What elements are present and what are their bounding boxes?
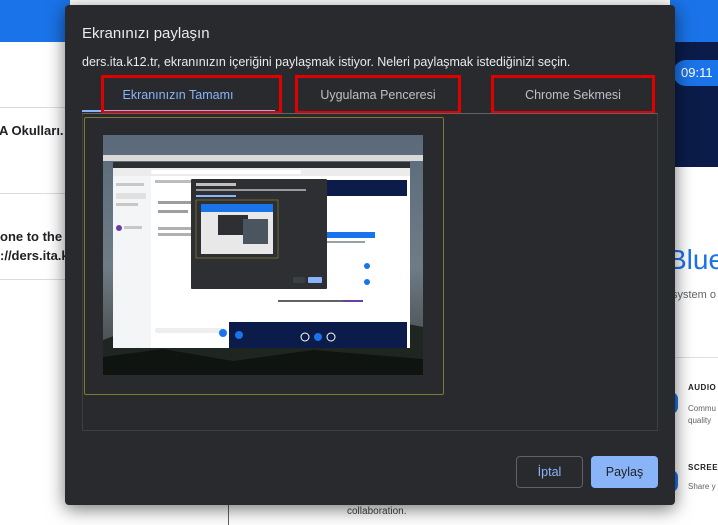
page-text: one to the — [0, 229, 63, 244]
cancel-button[interactable]: İptal — [516, 456, 583, 488]
feature-label: SCREE — [688, 463, 718, 472]
page-divider — [675, 357, 718, 358]
share-source-panel — [82, 113, 658, 431]
page-text: collaboration. — [347, 506, 407, 517]
feature-text: Share y — [688, 482, 716, 491]
feature-text: Commu — [688, 404, 717, 413]
page-header-bar-left — [0, 0, 70, 42]
page-text: A Okulları. — [0, 123, 64, 138]
dialog-title: Ekranınızı paylaşın — [82, 25, 210, 42]
page-text: ://ders.ita.k — [0, 248, 66, 263]
dialog-description: ders.ita.k12.tr, ekranınızın içeriğini p… — [82, 55, 571, 69]
tab-entire-screen[interactable]: Ekranınızın Tamamı — [101, 75, 255, 114]
share-screen-dialog: Ekranınızı paylaşın ders.ita.k12.tr, ekr… — [65, 5, 675, 505]
feature-label: AUDIO — [688, 383, 717, 392]
page-header-bar-right — [670, 0, 718, 42]
page-divider — [0, 279, 70, 280]
share-button[interactable]: Paylaş — [591, 456, 658, 488]
screen-thumbnail-card[interactable] — [84, 117, 444, 395]
tab-chrome-tab[interactable]: Chrome Sekmesi — [491, 75, 655, 114]
feature-text: quality — [688, 416, 712, 425]
screen-preview-thumbnail[interactable] — [103, 135, 423, 375]
active-tab-indicator — [82, 110, 275, 112]
tab-application-window[interactable]: Uygulama Penceresi — [295, 75, 461, 114]
product-title: Blue — [668, 244, 718, 275]
product-subtitle: system o — [672, 289, 717, 301]
page-divider — [0, 193, 70, 194]
screen-preview-image — [103, 135, 423, 375]
page-divider — [0, 107, 70, 108]
meeting-time-badge: 09:11 — [673, 60, 718, 86]
